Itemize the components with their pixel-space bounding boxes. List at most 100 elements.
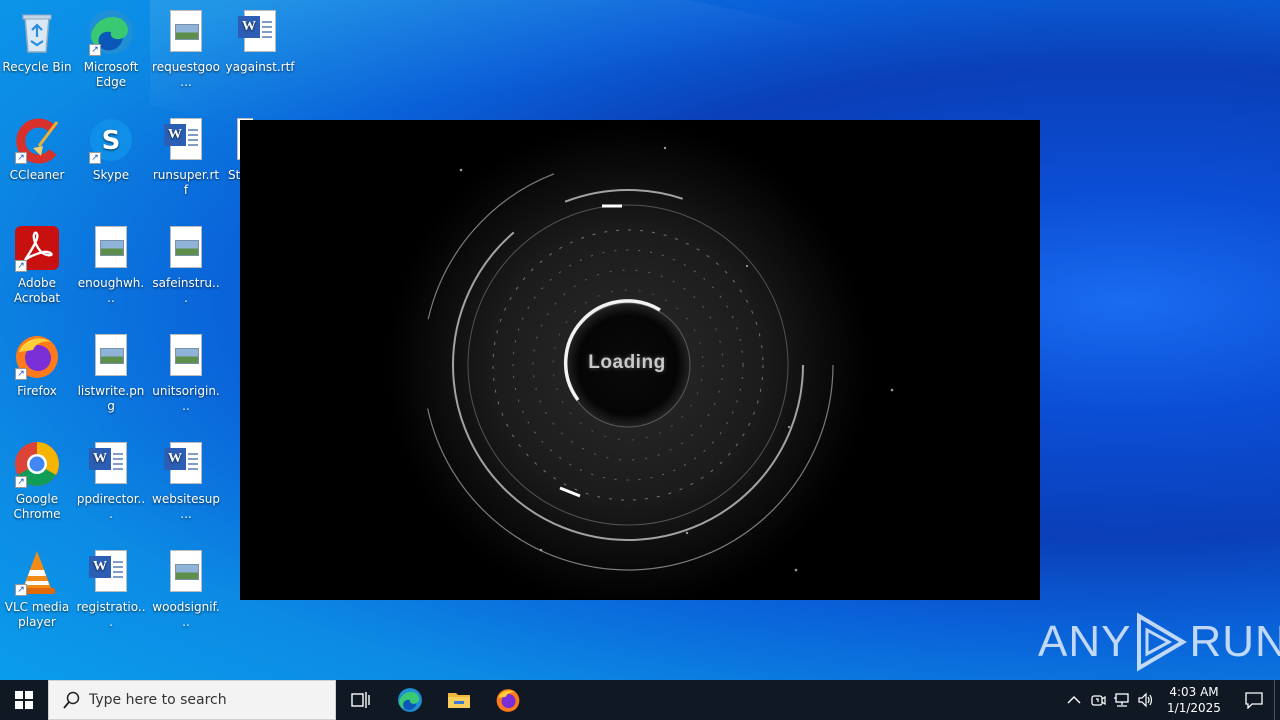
firefox-icon: ↗ — [13, 332, 61, 380]
show-hidden-icons-button[interactable] — [1062, 680, 1086, 720]
desktop-icon-registratio[interactable]: W registratio... — [74, 542, 148, 630]
desktop-icon-label: requestgoo... — [152, 60, 220, 89]
taskbar-edge-button[interactable] — [385, 680, 434, 720]
image-file-icon — [162, 8, 210, 56]
action-center-button[interactable] — [1234, 680, 1274, 720]
word-document-icon: W — [162, 116, 210, 164]
vlc-icon: ↗ — [13, 548, 61, 596]
show-desktop-button[interactable] — [1274, 680, 1280, 720]
desktop-icon-label: Recycle Bin — [2, 60, 72, 74]
meet-now-button[interactable] — [1086, 680, 1110, 720]
desktop-icon-microsoft-edge[interactable]: ↗ Microsoft Edge — [74, 2, 148, 90]
taskbar: Type here to search 4:03 AM 1/1/2025 — [0, 680, 1280, 720]
word-document-icon: W — [87, 548, 135, 596]
desktop-icon-skype[interactable]: S ↗ Skype — [74, 110, 148, 183]
system-tray: 4:03 AM 1/1/2025 — [1062, 680, 1280, 720]
desktop-icon-ccleaner[interactable]: ↗ CCleaner — [0, 110, 74, 183]
desktop-icon-safeinstru[interactable]: safeinstru... — [149, 218, 223, 306]
desktop-icon-adobe-acrobat[interactable]: ↗ Adobe Acrobat — [0, 218, 74, 306]
shortcut-arrow-icon: ↗ — [89, 152, 101, 164]
desktop-icon-label: woodsignif... — [152, 600, 220, 629]
desktop-icon-label: enoughwh... — [77, 276, 145, 305]
desktop-icon-label: CCleaner — [9, 168, 65, 182]
desktop-icon-label: Adobe Acrobat — [13, 276, 61, 305]
network-button[interactable] — [1110, 680, 1134, 720]
desktop-icon-label: yagainst.rtf — [225, 60, 295, 74]
desktop-icon-label: Skype — [92, 168, 130, 182]
loading-label: Loading — [588, 352, 666, 373]
image-file-icon — [87, 332, 135, 380]
desktop-icon-unitsorigin[interactable]: unitsorigin... — [149, 326, 223, 414]
desktop-icon-label: registratio... — [76, 600, 146, 629]
start-button[interactable] — [0, 680, 48, 720]
desktop-icon-label: Google Chrome — [13, 492, 61, 521]
shortcut-arrow-icon: ↗ — [89, 44, 101, 56]
notification-icon — [1245, 692, 1263, 709]
firefox-icon — [496, 689, 519, 712]
watermark-right-text: RUN — [1189, 617, 1280, 666]
desktop-icon-label: Firefox — [17, 384, 57, 398]
word-document-icon: W — [87, 440, 135, 488]
network-icon — [1114, 693, 1129, 707]
task-view-icon — [350, 692, 370, 708]
image-file-icon — [87, 224, 135, 272]
word-document-icon: W — [236, 8, 284, 56]
desktop-icon-label: Microsoft Edge — [83, 60, 139, 89]
windows-logo-icon — [15, 691, 33, 709]
desktop-icon-requestgoo[interactable]: requestgoo... — [149, 2, 223, 90]
desktop-icon-label: listwrite.png — [77, 384, 145, 413]
edge-icon — [397, 688, 422, 712]
search-placeholder: Type here to search — [89, 692, 227, 708]
desktop-icon-listwrite[interactable]: listwrite.png — [74, 326, 148, 414]
edge-icon: ↗ — [87, 8, 135, 56]
shortcut-arrow-icon: ↗ — [15, 368, 27, 380]
desktop-icon-yagainst[interactable]: W yagainst.rtf — [223, 2, 297, 75]
desktop-icon-label: websitesup... — [152, 492, 220, 521]
search-icon — [63, 691, 80, 709]
desktop: Recycle Bin ↗ CCleaner ↗ Adobe Acrobat ↗… — [0, 0, 1280, 680]
recycle-bin-icon — [13, 8, 61, 56]
desktop-icon-label: unitsorigin... — [152, 384, 220, 413]
acrobat-icon: ↗ — [13, 224, 61, 272]
desktop-icon-recycle-bin[interactable]: Recycle Bin — [0, 2, 74, 75]
desktop-icon-vlc[interactable]: ↗ VLC media player — [0, 542, 74, 630]
shortcut-arrow-icon: ↗ — [15, 584, 27, 596]
play-logo-icon — [1133, 612, 1188, 672]
speaker-icon — [1138, 692, 1153, 708]
desktop-icon-firefox[interactable]: ↗ Firefox — [0, 326, 74, 399]
loading-splash-window[interactable]: Loading — [240, 120, 1040, 600]
desktop-icon-label: ppdirector... — [76, 492, 146, 521]
desktop-icon-label: VLC media player — [4, 600, 70, 629]
shortcut-arrow-icon: ↗ — [15, 476, 27, 488]
desktop-icon-enoughwh[interactable]: enoughwh... — [74, 218, 148, 306]
word-document-icon: W — [162, 440, 210, 488]
shortcut-arrow-icon: ↗ — [15, 152, 27, 164]
chrome-icon: ↗ — [13, 440, 61, 488]
desktop-icon-woodsignif[interactable]: woodsignif... — [149, 542, 223, 630]
svg-text:S: S — [102, 126, 121, 156]
taskbar-search-box[interactable]: Type here to search — [48, 680, 336, 720]
image-file-icon — [162, 548, 210, 596]
desktop-icon-runsuper[interactable]: W runsuper.rtf — [149, 110, 223, 198]
ccleaner-icon: ↗ — [13, 116, 61, 164]
image-file-icon — [162, 332, 210, 380]
chevron-up-icon — [1067, 696, 1081, 704]
desktop-icon-google-chrome[interactable]: ↗ Google Chrome — [0, 434, 74, 522]
desktop-icon-websitesup[interactable]: W websitesup... — [149, 434, 223, 522]
file-explorer-icon — [447, 693, 470, 708]
taskbar-file-explorer-button[interactable] — [434, 680, 483, 720]
image-file-icon — [162, 224, 210, 272]
desktop-icon-label: runsuper.rtf — [152, 168, 220, 197]
desktop-icon-ppdirector[interactable]: W ppdirector... — [74, 434, 148, 522]
anyrun-watermark: ANY RUN — [1038, 612, 1280, 672]
clock-time: 4:03 AM — [1169, 685, 1219, 699]
taskbar-firefox-button[interactable] — [483, 680, 532, 720]
clock-date: 1/1/2025 — [1167, 701, 1221, 715]
taskbar-clock[interactable]: 4:03 AM 1/1/2025 — [1164, 684, 1224, 716]
desktop-icon-label: safeinstru... — [152, 276, 220, 305]
shortcut-arrow-icon: ↗ — [15, 260, 27, 272]
volume-button[interactable] — [1134, 680, 1158, 720]
skype-icon: S ↗ — [87, 116, 135, 164]
task-view-button[interactable] — [336, 680, 385, 720]
meet-now-icon — [1091, 695, 1106, 706]
